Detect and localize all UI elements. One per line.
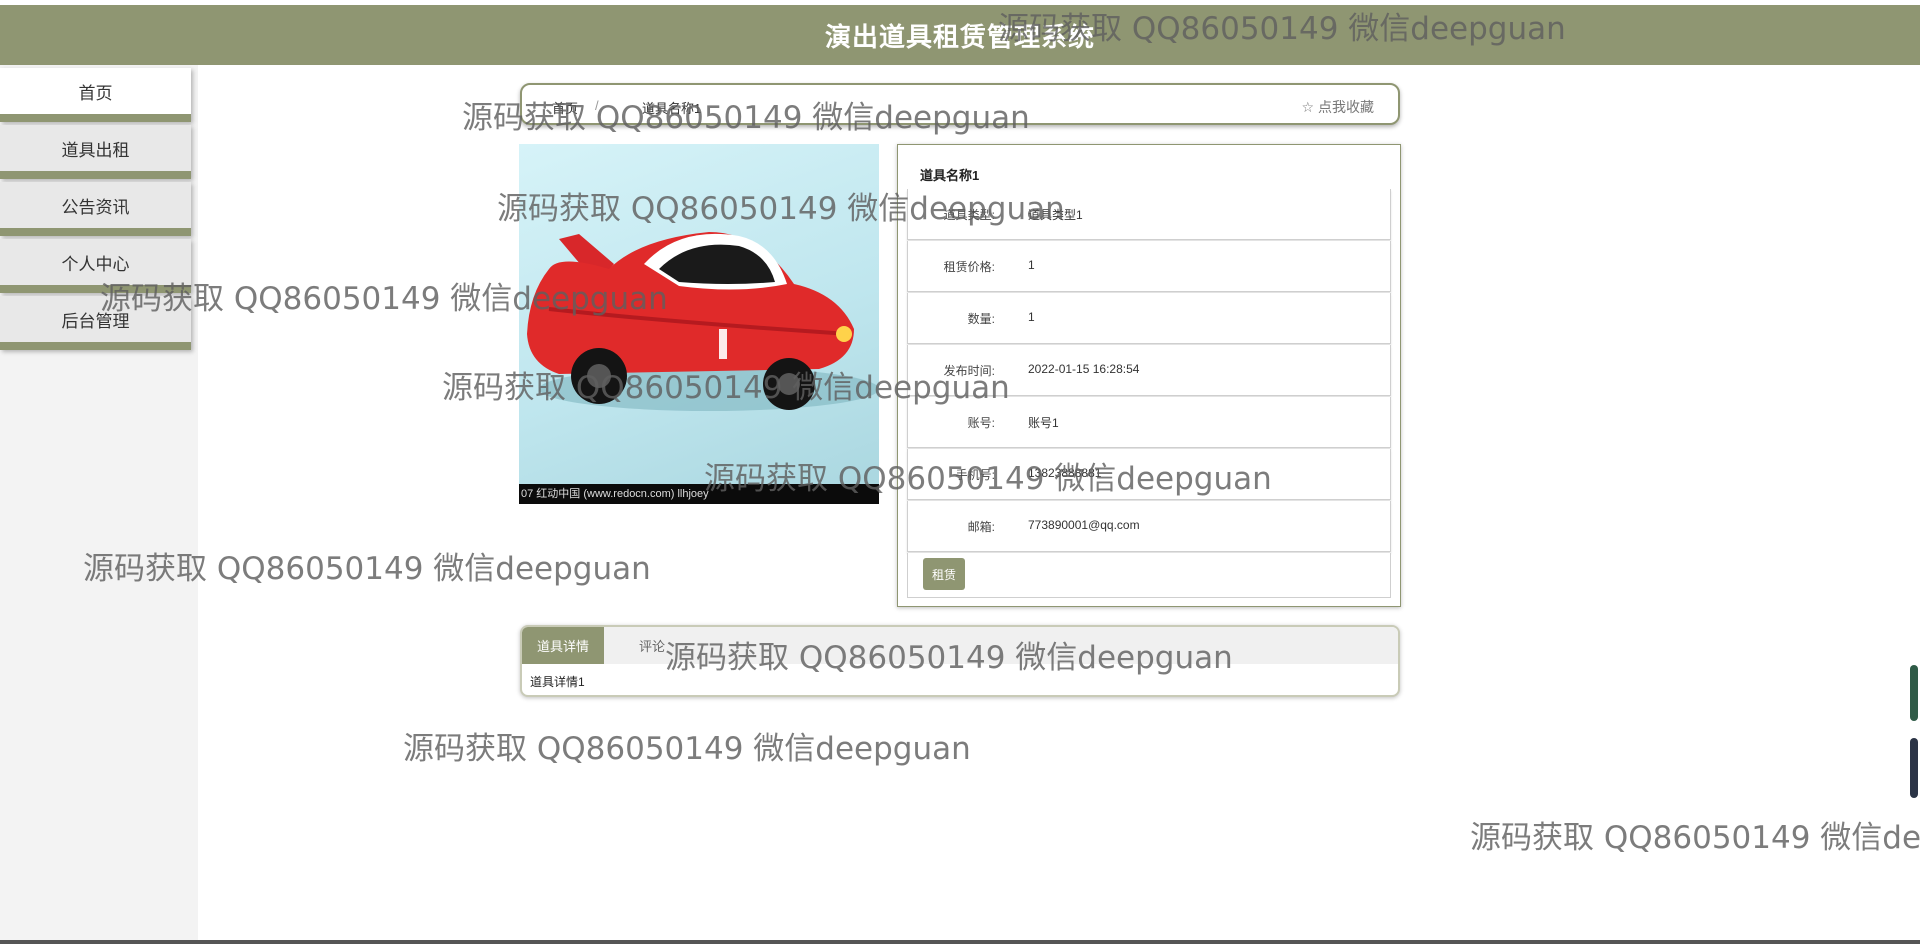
attribute-label: 发布时间:	[943, 364, 995, 378]
scroll-indicator[interactable]	[1910, 665, 1918, 721]
attribute-row: 手机号: 13823888881	[907, 449, 1391, 500]
action-row: 租赁	[907, 553, 1391, 598]
attribute-label: 数量:	[967, 312, 995, 326]
attribute-row: 邮箱: 773890001@qq.com	[907, 501, 1391, 552]
product-detail-card: 道具名称1 道具类型: 道具类型1 租赁价格: 1 数量: 1 发布时间: 20…	[897, 144, 1401, 607]
attribute-label: 租赁价格:	[943, 260, 995, 274]
sidebar-item-home[interactable]: 首页	[0, 68, 191, 122]
attribute-row: 数量: 1	[907, 293, 1391, 344]
attribute-value: 1	[1028, 258, 1035, 272]
attribute-value: 道具类型1	[1028, 208, 1083, 222]
sidebar-item-announcements[interactable]: 公告资讯	[0, 182, 191, 236]
watermark: 源码获取 QQ86050149 微信deepguan	[1470, 820, 1920, 856]
tab-content: 道具详情1	[530, 675, 585, 689]
attribute-row: 账号: 账号1	[907, 397, 1391, 448]
favorite-button[interactable]: ☆ 点我收藏	[1302, 97, 1374, 117]
attribute-row: 租赁价格: 1	[907, 241, 1391, 292]
scroll-indicator-secondary[interactable]	[1910, 738, 1918, 798]
sidebar-item-prop-rental[interactable]: 道具出租	[0, 125, 191, 179]
breadcrumb: 首页 / 道具名称1 ☆ 点我收藏	[520, 83, 1400, 125]
window-bottom-border	[0, 940, 1920, 944]
sidebar: 首页 道具出租 公告资讯 个人中心 后台管理	[0, 65, 198, 940]
sidebar-item-personal-center[interactable]: 个人中心	[0, 239, 191, 293]
watermark: 源码获取 QQ86050149 微信deepguan	[403, 731, 971, 767]
image-caption: 07 红动中国 (www.redocn.com) llhjoey	[519, 484, 879, 504]
attribute-value: 773890001@qq.com	[1028, 518, 1140, 532]
attribute-label: 手机号:	[955, 468, 995, 482]
product-image: 07 红动中国 (www.redocn.com) llhjoey	[519, 144, 879, 504]
app-title: 演出道具租赁管理系统	[824, 21, 1095, 52]
breadcrumb-home-link[interactable]: 首页	[552, 98, 578, 117]
attribute-value: 13823888881	[1028, 466, 1102, 480]
toy-car-illustration	[527, 232, 879, 411]
attribute-row: 发布时间: 2022-01-15 16:28:54	[907, 345, 1391, 396]
attribute-label: 道具类型:	[943, 208, 995, 222]
detail-tabs: 道具详情 评论 道具详情1	[520, 625, 1400, 697]
tab-comments[interactable]: 评论	[632, 627, 672, 664]
attribute-value: 1	[1028, 310, 1035, 324]
attribute-label: 账号:	[967, 416, 995, 430]
top-header-bar: 演出道具租赁管理系统	[0, 5, 1920, 65]
attribute-label: 邮箱:	[967, 520, 995, 534]
attribute-value: 账号1	[1028, 416, 1059, 430]
breadcrumb-current: 道具名称1	[642, 101, 702, 116]
attribute-row: 道具类型: 道具类型1	[907, 189, 1391, 240]
product-attributes: 道具类型: 道具类型1 租赁价格: 1 数量: 1 发布时间: 2022-01-…	[907, 189, 1391, 598]
sidebar-item-admin[interactable]: 后台管理	[0, 296, 191, 350]
breadcrumb-separator: /	[595, 98, 599, 113]
tab-prop-details[interactable]: 道具详情	[522, 627, 604, 664]
rent-button[interactable]: 租赁	[923, 558, 965, 590]
product-name: 道具名称1	[920, 168, 980, 183]
attribute-value: 2022-01-15 16:28:54	[1028, 362, 1140, 376]
